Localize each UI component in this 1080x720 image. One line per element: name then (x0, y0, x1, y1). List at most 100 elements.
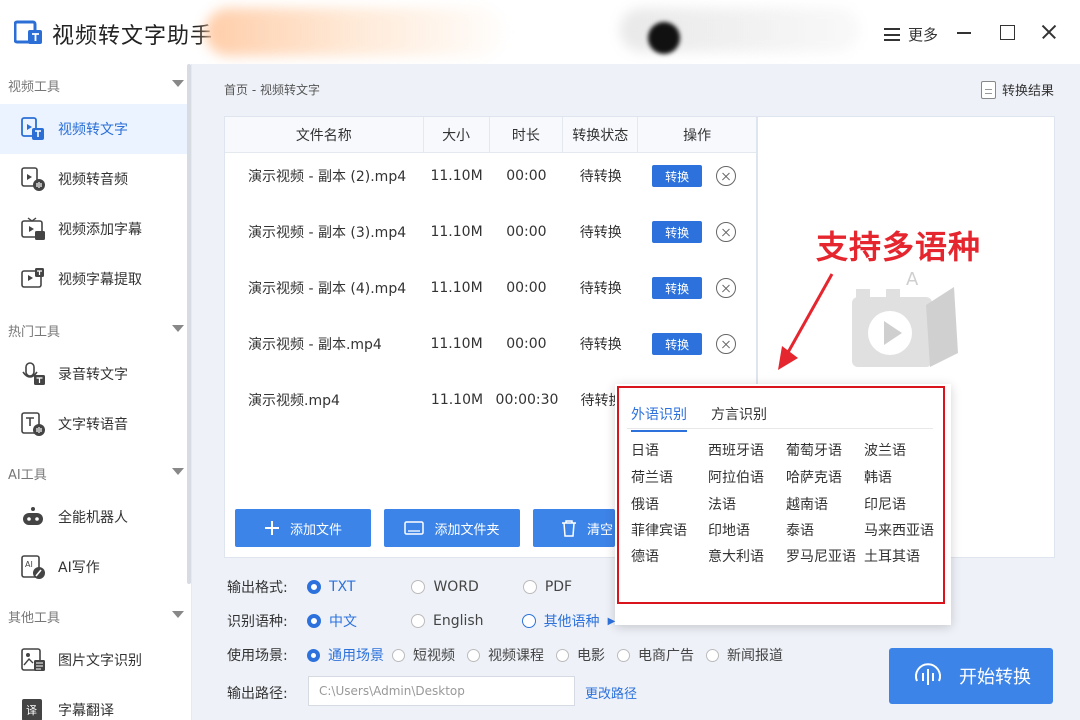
sidebar-item-label: 图片文字识别 (58, 653, 142, 669)
sidebar-item-label: 录音转文字 (58, 367, 128, 383)
language-option[interactable]: 罗马尼亚语 (786, 546, 856, 566)
delete-icon[interactable] (716, 222, 737, 242)
file-duration: 00:00:30 (495, 392, 559, 408)
language-option[interactable]: 葡萄牙语 (786, 440, 842, 460)
tab-dialect[interactable]: 方言识别 (711, 404, 767, 424)
scene-option-course[interactable]: 视频课程 (467, 645, 544, 665)
file-duration: 00:00 (506, 336, 547, 352)
sidebar-item-recording-to-text[interactable]: 录音转文字 (0, 349, 187, 399)
delete-icon[interactable] (716, 334, 737, 354)
language-option[interactable]: 日语 (631, 440, 659, 460)
row-actions: 转换 (638, 221, 756, 243)
format-option-txt[interactable]: TXT (307, 579, 355, 595)
delete-icon[interactable] (716, 166, 737, 186)
language-option-english[interactable]: English (411, 613, 484, 629)
convert-button[interactable]: 转换 (652, 221, 703, 243)
sidebar-item-video-to-audio[interactable]: 视频转音频 (0, 154, 187, 204)
output-path-field[interactable]: C:\Users\Admin\Desktop (308, 676, 575, 706)
scene-option-ecommerce[interactable]: 电商广告 (617, 645, 694, 665)
sidebar-item-label: 视频添加字幕 (58, 222, 142, 238)
sidebar-group-other-tools[interactable]: 其他工具 (8, 607, 184, 626)
output-format-row: 输出格式: TXT WORD PDF (227, 577, 572, 597)
convert-button[interactable]: 转换 (652, 333, 703, 355)
language-option[interactable]: 西班牙语 (708, 440, 764, 460)
sidebar-item-image-ocr[interactable]: 图片文字识别 (0, 635, 187, 685)
sidebar-group-video-tools[interactable]: 视频工具 (8, 76, 184, 95)
sidebar-item-robot[interactable]: 全能机器人 (0, 492, 187, 542)
language-option-other[interactable]: 其他语种 ▶ (521, 611, 615, 631)
blurred-banner (205, 8, 505, 56)
waveform-icon (915, 663, 941, 685)
row-actions: 转换 (638, 333, 756, 355)
sidebar-item-video-subtitle[interactable]: 视频添加字幕 (0, 204, 187, 254)
annotation-arrow-icon (778, 273, 834, 370)
convert-button[interactable]: 转换 (652, 277, 703, 299)
language-option[interactable]: 印尼语 (864, 494, 906, 514)
language-option[interactable]: 法语 (708, 494, 736, 514)
language-option[interactable]: 马来西亚语 (864, 520, 934, 540)
add-file-button[interactable]: 添加文件 (235, 509, 371, 547)
table-row: 演示视频 - 副本 (3).mp4 11.10M 00:00 待转换 转换 (225, 204, 756, 260)
change-path-link[interactable]: 更改路径 (585, 683, 637, 702)
scene-option-news[interactable]: 新闻报道 (706, 645, 783, 665)
language-option[interactable]: 越南语 (786, 494, 828, 514)
close-button[interactable] (1039, 22, 1059, 42)
sidebar-item-ai-write[interactable]: AI AI写作 (0, 542, 187, 592)
sidebar-group-ai-tools[interactable]: AI工具 (8, 464, 184, 483)
language-option[interactable]: 意大利语 (708, 546, 764, 566)
sidebar-item-subtitle-translate[interactable]: 译 字幕翻译 (0, 685, 187, 720)
chevron-down-icon (172, 611, 184, 618)
sidebar-item-label: 视频转文字 (58, 122, 128, 138)
blurred-avatar (648, 22, 680, 54)
sidebar-group-label: 视频工具 (8, 80, 61, 95)
file-name: 演示视频 - 副本 (2).mp4 (248, 169, 407, 185)
robot-icon (23, 507, 43, 525)
tab-foreign-language[interactable]: 外语识别 (631, 404, 687, 432)
language-option[interactable]: 泰语 (786, 520, 814, 540)
language-option[interactable]: 俄语 (631, 494, 659, 514)
sidebar-item-subtitle-extract[interactable]: 视频字幕提取 (0, 254, 187, 304)
language-option[interactable]: 荷兰语 (631, 467, 673, 487)
language-option[interactable]: 菲律宾语 (631, 520, 687, 540)
start-convert-button[interactable]: 开始转换 (889, 648, 1053, 704)
scene-option-general[interactable]: 通用场景 (307, 645, 384, 665)
add-folder-button[interactable]: 添加文件夹 (384, 509, 520, 547)
clear-button[interactable]: 清空 (533, 509, 615, 547)
more-menu-button[interactable]: 更多 (884, 24, 938, 45)
sidebar-group-hot-tools[interactable]: 热门工具 (8, 321, 184, 340)
row-actions: 转换 (638, 165, 756, 187)
format-option-word[interactable]: WORD (411, 579, 479, 595)
delete-icon[interactable] (716, 278, 737, 298)
file-duration: 00:00 (506, 280, 547, 296)
sidebar-scrollbar[interactable] (187, 64, 191, 584)
conversion-results-link[interactable]: 转换结果 (980, 80, 1054, 99)
scene-option-movie[interactable]: 电影 (556, 645, 605, 665)
language-option[interactable]: 印地语 (708, 520, 750, 540)
video-to-text-icon (21, 117, 44, 140)
format-option-pdf[interactable]: PDF (522, 579, 572, 595)
file-size: 11.10M (430, 336, 483, 352)
minimize-button[interactable] (955, 22, 975, 42)
sidebar-group-label: 其他工具 (8, 611, 61, 626)
sidebar-item-video-to-text[interactable]: 视频转文字 (0, 104, 187, 154)
sidebar-item-text-to-speech[interactable]: 文字转语音 (0, 399, 187, 449)
language-option[interactable]: 波兰语 (864, 440, 906, 460)
sidebar: 视频工具 视频转文字 视频转音频 视频添加字幕 视频字幕提取 热门工具 录音转文… (0, 64, 192, 720)
menu-icon (884, 28, 900, 41)
convert-button[interactable]: 转换 (652, 165, 703, 187)
more-label: 更多 (908, 26, 939, 44)
output-path-label: 输出路径: (227, 686, 288, 702)
language-option-chinese[interactable]: 中文 (307, 611, 357, 631)
file-status: 待转换 (579, 281, 622, 297)
scene-option-short-video[interactable]: 短视频 (392, 645, 455, 665)
language-option[interactable]: 阿拉伯语 (708, 467, 764, 487)
sidebar-item-label: AI写作 (58, 560, 100, 576)
file-name: 演示视频.mp4 (248, 393, 340, 409)
language-option[interactable]: 德语 (631, 546, 659, 566)
language-option[interactable]: 韩语 (864, 467, 892, 487)
maximize-button[interactable] (997, 22, 1017, 42)
table-row: 演示视频 - 副本 (2).mp4 11.10M 00:00 待转换 转换 (225, 148, 756, 204)
chevron-down-icon (172, 325, 184, 332)
language-option[interactable]: 哈萨克语 (786, 467, 842, 487)
language-option[interactable]: 土耳其语 (864, 546, 920, 566)
